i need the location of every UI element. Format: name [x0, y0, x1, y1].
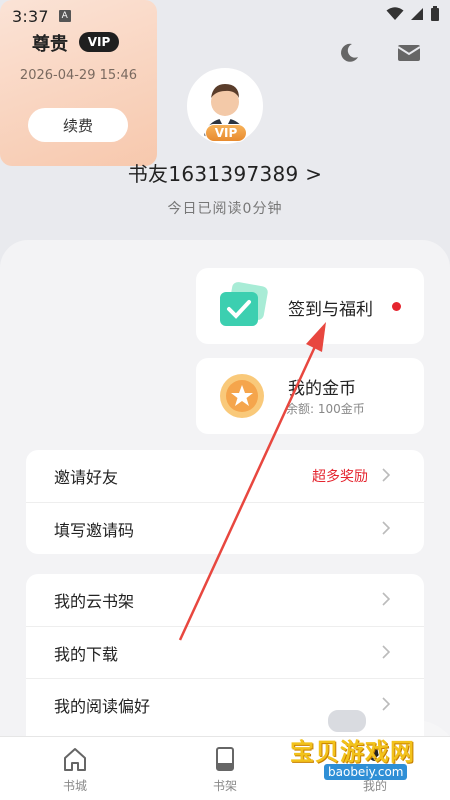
- annotation-arrow: [178, 322, 326, 641]
